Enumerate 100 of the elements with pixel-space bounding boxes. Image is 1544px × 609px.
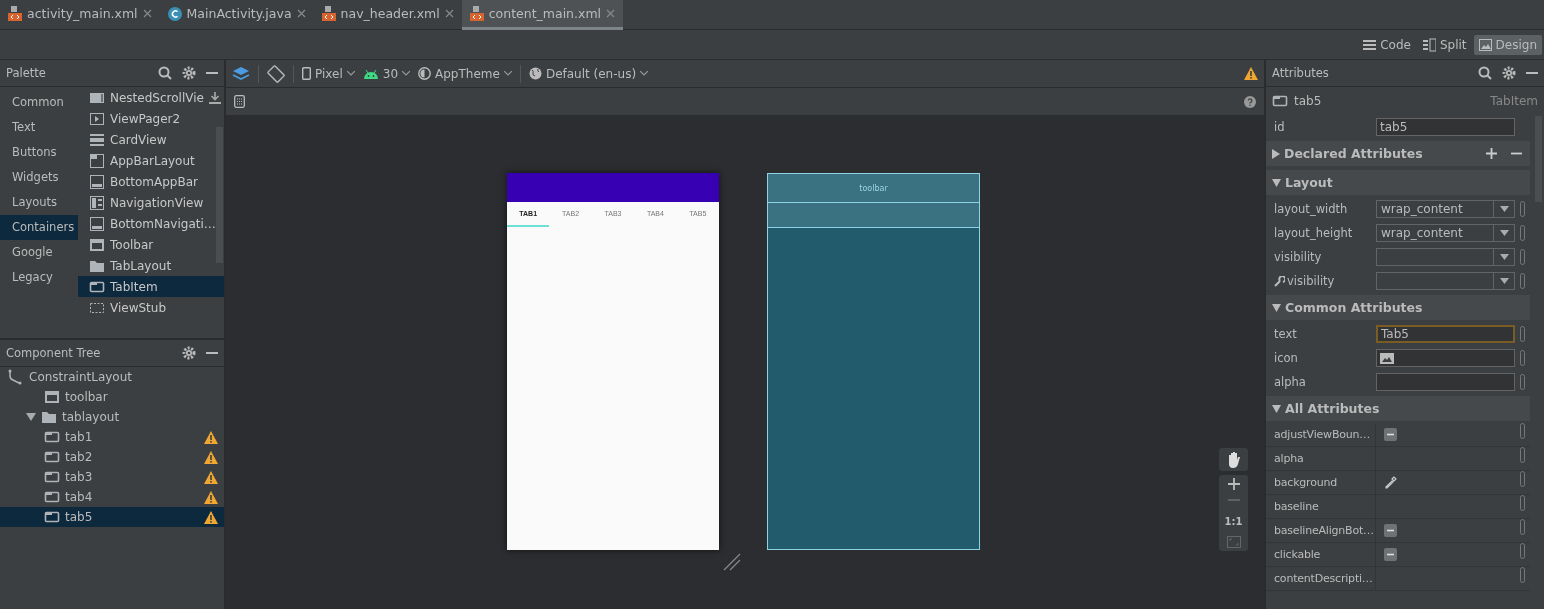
palette-category[interactable]: Layouts: [0, 190, 78, 215]
tree-item[interactable]: tab3: [0, 467, 224, 487]
palette-item[interactable]: CardView: [78, 129, 224, 150]
file-tab[interactable]: MainActivity.java: [159, 0, 314, 30]
theme-dropdown[interactable]: AppTheme: [418, 66, 512, 81]
palette-item[interactable]: ViewPager2: [78, 108, 224, 129]
input-field[interactable]: tab5: [1376, 118, 1515, 136]
dropdown-arrow-icon: [1499, 254, 1509, 260]
palette-category[interactable]: Widgets: [0, 165, 78, 190]
close-icon[interactable]: [606, 9, 616, 18]
binding-icon[interactable]: [1520, 225, 1525, 241]
binding-icon[interactable]: [1520, 249, 1525, 265]
binding-icon[interactable]: [1520, 447, 1525, 463]
tree-item[interactable]: tab5: [0, 507, 224, 527]
palette-item[interactable]: BottomAppBar: [78, 171, 224, 192]
palette-category[interactable]: Common: [0, 90, 78, 115]
tab-icon: [44, 429, 60, 445]
settings-icon[interactable]: [182, 66, 196, 80]
dropdown-field[interactable]: [1376, 272, 1515, 290]
device-frame-icon[interactable]: [234, 95, 245, 108]
dropdown-field[interactable]: wrap_content: [1376, 224, 1515, 242]
dropdown-field[interactable]: wrap_content: [1376, 200, 1515, 218]
binding-icon[interactable]: [1520, 423, 1525, 439]
section-header[interactable]: Layout: [1266, 170, 1530, 195]
tree-item[interactable]: tablayout: [0, 407, 224, 427]
palette-item[interactable]: BottomNavigati…: [78, 213, 224, 234]
tree-item[interactable]: tab1: [0, 427, 224, 447]
close-icon[interactable]: [142, 9, 152, 18]
tree-item[interactable]: tab2: [0, 447, 224, 467]
input-field[interactable]: [1376, 349, 1515, 367]
section-header[interactable]: Declared Attributes: [1266, 141, 1530, 166]
palette-category[interactable]: Containers: [0, 215, 78, 240]
fit-screen-icon[interactable]: [1226, 536, 1241, 548]
dropdown-field[interactable]: [1376, 248, 1515, 266]
globe-icon: [528, 67, 542, 80]
download-icon[interactable]: [208, 91, 221, 104]
flag-toggle-icon[interactable]: [1384, 428, 1397, 441]
binding-icon[interactable]: [1520, 567, 1525, 583]
palette-item[interactable]: TabItem: [78, 276, 224, 297]
locale-dropdown[interactable]: Default (en-us): [528, 66, 649, 81]
file-tab[interactable]: activity_main.xml: [0, 0, 160, 30]
chevron-icon: [503, 71, 512, 76]
settings-icon[interactable]: [182, 346, 196, 360]
input-field[interactable]: [1376, 373, 1515, 391]
close-icon[interactable]: [296, 9, 306, 18]
binding-icon[interactable]: [1520, 543, 1525, 559]
expanded-arrow-icon[interactable]: [26, 413, 36, 421]
binding-icon[interactable]: [1520, 374, 1525, 390]
palette-category[interactable]: Legacy: [0, 265, 78, 290]
view-mode-button[interactable]: Design: [1473, 34, 1542, 55]
input-field[interactable]: Tab5: [1376, 325, 1515, 343]
tab-icon: [44, 509, 60, 525]
tree-item[interactable]: toolbar: [0, 387, 224, 407]
settings-icon[interactable]: [1502, 66, 1516, 80]
file-tab[interactable]: content_main.xml: [461, 0, 624, 30]
layers-icon[interactable]: [232, 64, 250, 83]
resize-handle-icon[interactable]: [723, 553, 741, 571]
scrollbar[interactable]: [216, 127, 223, 263]
tree-item[interactable]: tab4: [0, 487, 224, 507]
theme-icon: [418, 67, 432, 80]
binding-icon[interactable]: [1520, 326, 1525, 342]
phone-icon: [302, 67, 311, 80]
palette-category[interactable]: Text: [0, 115, 78, 140]
palette-category[interactable]: Google: [0, 240, 78, 265]
binding-icon[interactable]: [1520, 495, 1525, 511]
binding-icon[interactable]: [1520, 350, 1525, 366]
flag-toggle-icon[interactable]: [1384, 548, 1397, 561]
palette-item[interactable]: NestedScrollVie: [78, 87, 224, 108]
palette-category[interactable]: Buttons: [0, 140, 78, 165]
attribute-name: visibility: [1274, 250, 1322, 264]
chevron-icon: [640, 71, 649, 76]
add-icon[interactable]: [1486, 148, 1497, 159]
flag-toggle-icon[interactable]: [1384, 524, 1397, 537]
palette-item[interactable]: AppBarLayout: [78, 150, 224, 171]
api-dropdown[interactable]: 30: [362, 66, 411, 81]
binding-icon[interactable]: [1520, 519, 1525, 535]
search-icon[interactable]: [158, 66, 172, 80]
tree-item[interactable]: ConstraintLayout: [0, 367, 224, 387]
view-mode-button[interactable]: Split: [1417, 34, 1472, 55]
binding-icon[interactable]: [1520, 273, 1525, 289]
view-mode-button[interactable]: Code: [1358, 34, 1416, 55]
zoom-reset-button[interactable]: 1:1: [1224, 510, 1243, 532]
close-icon[interactable]: [444, 9, 454, 18]
attribute-name: adjustViewBoun…: [1274, 428, 1371, 441]
zoom-in-icon[interactable]: [1227, 478, 1240, 490]
device-dropdown[interactable]: Pixel: [302, 66, 355, 81]
binding-icon[interactable]: [1520, 471, 1525, 487]
search-icon[interactable]: [1478, 66, 1492, 80]
binding-icon[interactable]: [1520, 201, 1525, 217]
section-header[interactable]: All Attributes: [1266, 396, 1530, 421]
rotate-icon[interactable]: [267, 64, 285, 83]
tab-icon: [44, 489, 60, 505]
palette-item[interactable]: TabLayout: [78, 255, 224, 276]
section-header[interactable]: Common Attributes: [1266, 295, 1530, 320]
eyedropper-icon[interactable]: [1384, 476, 1397, 489]
palette-item[interactable]: Toolbar: [78, 234, 224, 255]
file-tab[interactable]: nav_header.xml: [313, 0, 462, 30]
help-icon[interactable]: [1244, 95, 1256, 108]
palette-item[interactable]: ViewStub: [78, 297, 224, 318]
palette-item[interactable]: NavigationView: [78, 192, 224, 213]
